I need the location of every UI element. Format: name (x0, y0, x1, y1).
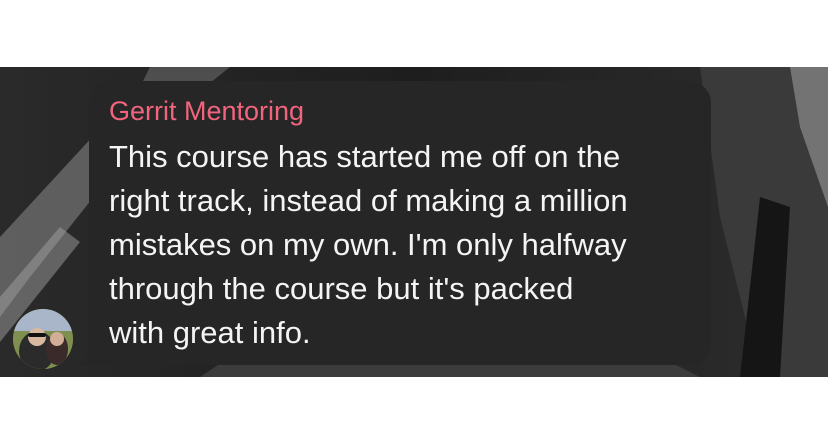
avatar-icon (13, 309, 73, 369)
sender-name[interactable]: Gerrit Mentoring (109, 95, 304, 127)
user-avatar[interactable] (13, 309, 73, 369)
comment-text: This course has started me off on the ri… (109, 139, 628, 350)
comment-card: Gerrit Mentoring This course has started… (0, 67, 828, 377)
comment-bubble: Gerrit Mentoring This course has started… (89, 81, 711, 365)
